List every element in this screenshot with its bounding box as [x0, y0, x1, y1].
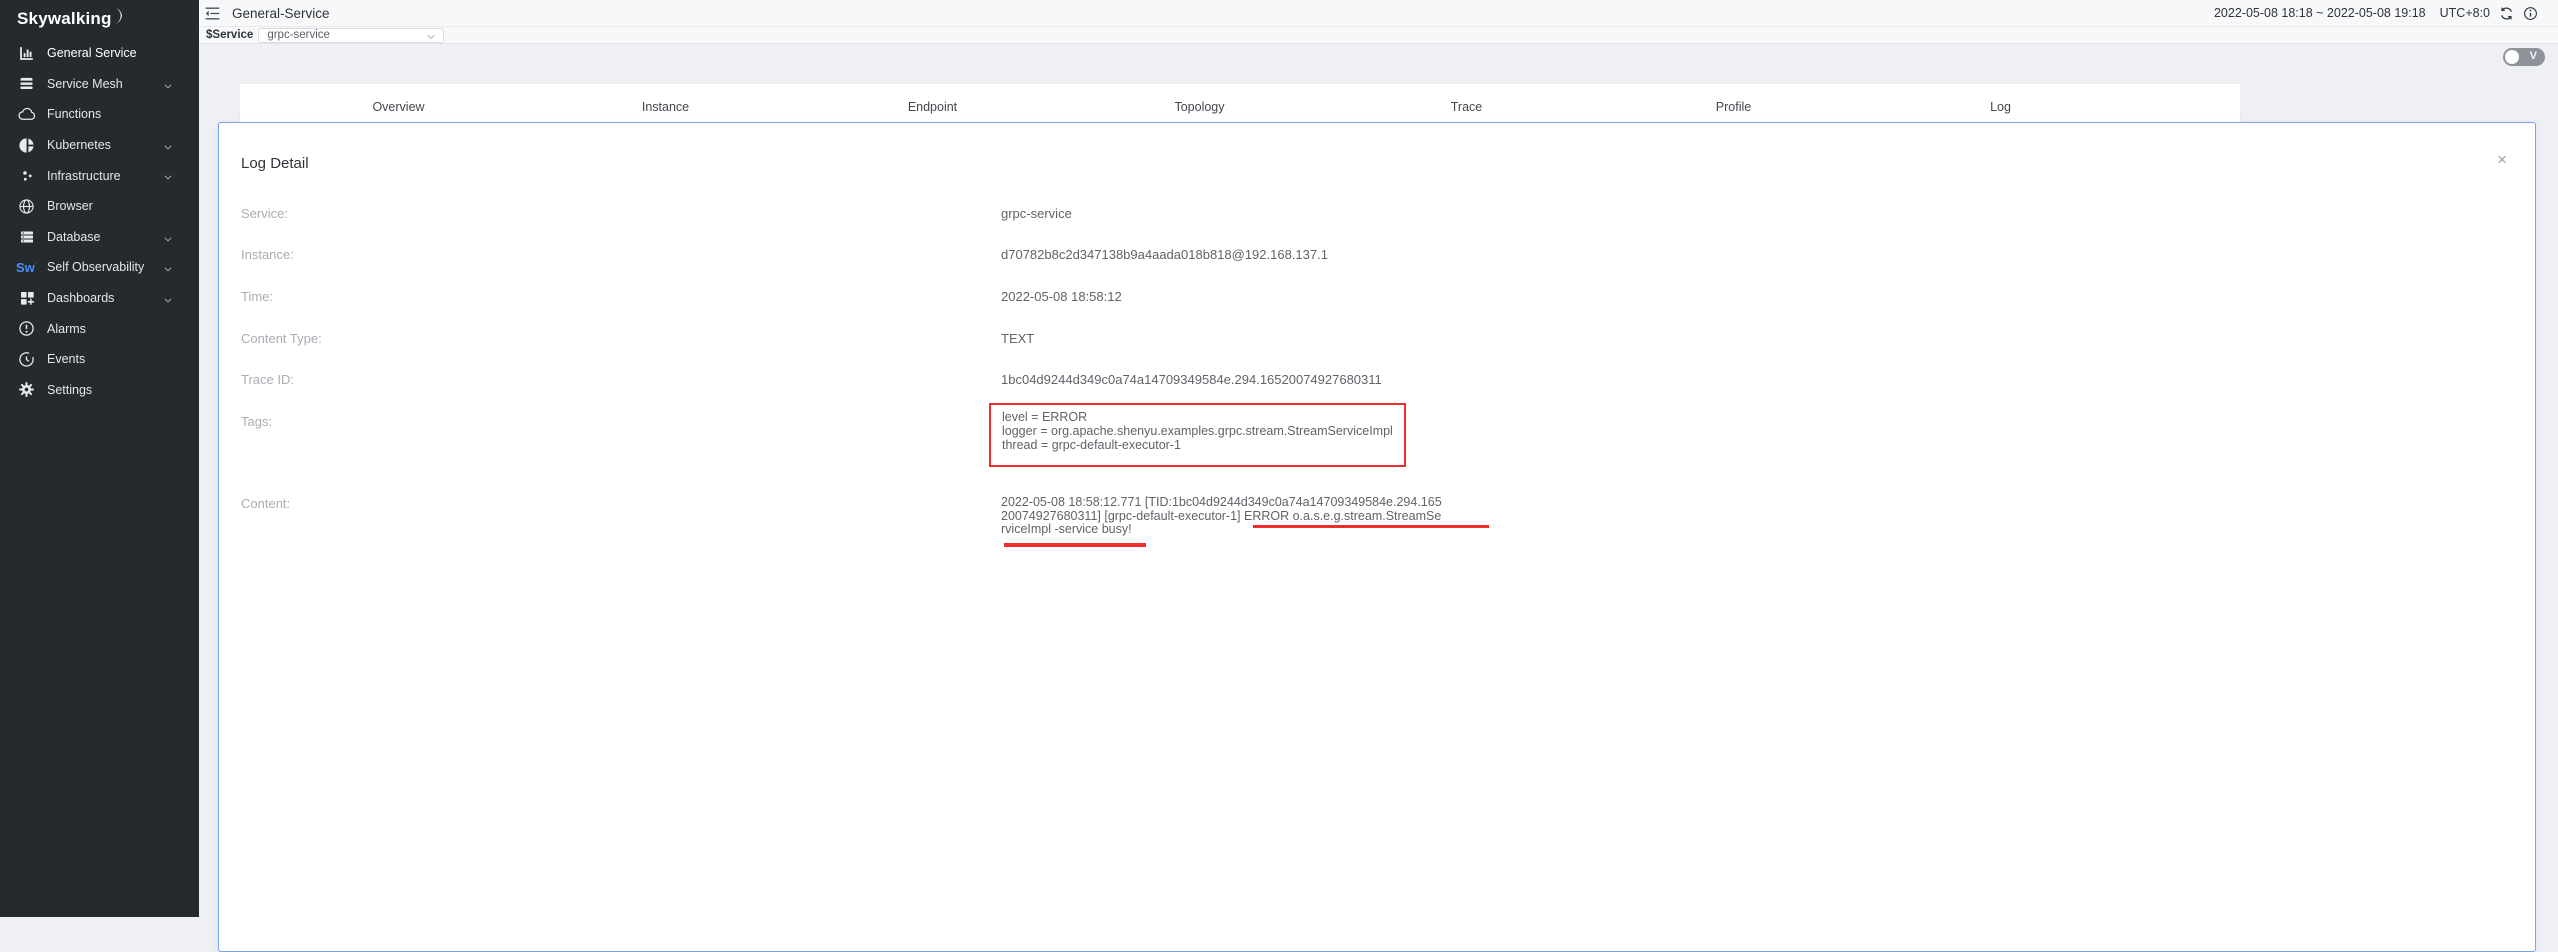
service-label: $Service	[206, 29, 253, 41]
sidebar: Skywalking General Service Service Mesh Fu…	[0, 0, 199, 917]
log-detail-title: Log Detail	[241, 155, 309, 172]
sidebar-item-label: Infrastructure	[47, 169, 121, 183]
cloud-icon	[16, 107, 37, 121]
field-label-trace-id: Trace ID:	[241, 372, 294, 387]
chevron-down-icon	[426, 32, 436, 45]
field-value-time: 2022-05-08 18:58:12	[1001, 289, 1122, 304]
toggle-knob	[2505, 50, 2519, 64]
red-underline-annotation	[1253, 525, 1489, 528]
layers-icon	[16, 75, 37, 92]
alarm-icon	[16, 320, 37, 337]
log-detail-panel: Log Detail × Service: grpc-service Instanc…	[218, 122, 2536, 952]
header-right-group: 2022-05-08 18:18 ~ 2022-05-08 19:18 UTC+…	[2214, 6, 2538, 21]
chart-icon	[16, 45, 37, 62]
field-label-content-type: Content Type:	[241, 331, 322, 346]
sidebar-item-label: General Service	[47, 46, 137, 60]
sidebar-item-self-observability[interactable]: Sw Self Observability	[0, 252, 199, 283]
sidebar-item-events[interactable]: Events	[0, 344, 199, 375]
field-value-instance: d70782b8c2d347138b9a4aada018b818@192.168…	[1001, 247, 1328, 262]
pie-icon	[16, 137, 37, 154]
chevron-down-icon	[163, 141, 173, 155]
app-logo: Skywalking	[0, 0, 199, 34]
time-range-picker[interactable]: 2022-05-08 18:18 ~ 2022-05-08 19:18	[2214, 6, 2426, 20]
content-label: Content:	[241, 496, 290, 511]
field-label-service: Service:	[241, 206, 288, 221]
chevron-down-icon	[163, 171, 173, 185]
logo-crescent-icon	[113, 7, 126, 25]
chevron-down-icon	[163, 233, 173, 247]
info-icon[interactable]	[2523, 6, 2538, 21]
sidebar-item-label: Service Mesh	[47, 77, 123, 91]
service-toolbar: $Service grpc-service	[199, 27, 2558, 44]
menu-fold-icon[interactable]	[205, 7, 220, 20]
service-select-value: grpc-service	[267, 29, 330, 41]
top-header: General-Service 2022-05-08 18:18 ~ 2022-…	[199, 0, 2558, 27]
timezone-label: UTC+8:0	[2440, 6, 2490, 20]
tags-annotation-box: level = ERRORlogger = org.apache.shenyu.…	[989, 403, 1406, 467]
sidebar-item-service-mesh[interactable]: Service Mesh	[0, 69, 199, 100]
sidebar-item-settings[interactable]: Settings	[0, 375, 199, 406]
tag-line: thread = grpc-default-executor-1	[1002, 438, 1393, 452]
field-label-time: Time:	[241, 289, 273, 304]
field-value-content-type: TEXT	[1001, 331, 1034, 346]
red-underline-annotation	[1004, 543, 1146, 547]
field-value-trace-id: 1bc04d9244d349c0a74a14709349584e.294.165…	[1001, 372, 1382, 387]
log-content-line: 20074927680311] [grpc-default-executor-1…	[1001, 510, 1442, 524]
content-area: OverviewInstanceEndpointTopologyTracePro…	[199, 44, 2558, 917]
sidebar-item-label: Settings	[47, 383, 92, 397]
sidebar-item-label: Database	[47, 230, 101, 244]
dots-icon	[16, 168, 37, 184]
sidebar-item-general-service[interactable]: General Service	[0, 38, 199, 69]
chevron-down-icon	[163, 80, 173, 94]
page-title: General-Service	[232, 6, 330, 21]
main-area: General-Service 2022-05-08 18:18 ~ 2022-…	[199, 0, 2558, 917]
sidebar-item-dashboards[interactable]: Dashboards	[0, 283, 199, 314]
sidebar-item-alarms[interactable]: Alarms	[0, 313, 199, 344]
service-select[interactable]: grpc-service	[258, 28, 444, 43]
log-content-line: 2022-05-08 18:58:12.771 [TID:1bc04d9244d…	[1001, 496, 1442, 510]
close-icon[interactable]: ×	[2497, 151, 2507, 168]
sidebar-item-label: Browser	[47, 199, 93, 213]
sidebar-item-infrastructure[interactable]: Infrastructure	[0, 160, 199, 191]
sidebar-item-label: Kubernetes	[47, 138, 111, 152]
field-value-service: grpc-service	[1001, 206, 1072, 221]
sidebar-item-database[interactable]: Database	[0, 222, 199, 253]
events-icon	[16, 351, 37, 368]
refresh-icon[interactable]	[2499, 6, 2514, 21]
sidebar-item-label: Dashboards	[47, 291, 114, 305]
field-label-instance: Instance:	[241, 247, 294, 262]
grid-icon	[16, 290, 37, 306]
sidebar-item-label: Events	[47, 352, 85, 366]
version-toggle[interactable]: V	[2503, 48, 2545, 66]
sidebar-item-label: Self Observability	[47, 260, 144, 274]
sidebar-item-functions[interactable]: Functions	[0, 99, 199, 130]
tags-label: Tags:	[241, 414, 272, 429]
sidebar-item-label: Alarms	[47, 322, 86, 336]
toggle-label: V	[2530, 50, 2537, 62]
chevron-down-icon	[163, 263, 173, 277]
sidebar-item-kubernetes[interactable]: Kubernetes	[0, 130, 199, 161]
tag-line: logger = org.apache.shenyu.examples.grpc…	[1002, 424, 1393, 438]
globe-icon	[16, 198, 37, 215]
gear-icon	[16, 381, 37, 398]
tag-line: level = ERROR	[1002, 410, 1393, 424]
sidebar-item-label: Functions	[47, 107, 101, 121]
chevron-down-icon	[163, 294, 173, 308]
sw-icon: Sw	[16, 260, 37, 275]
sidebar-item-browser[interactable]: Browser	[0, 191, 199, 222]
sidebar-menu: General Service Service Mesh Functions Kube…	[0, 38, 199, 405]
app-logo-text: Skywalking	[17, 9, 112, 29]
log-content-text: 2022-05-08 18:58:12.771 [TID:1bc04d9244d…	[1001, 496, 1442, 537]
database-icon	[16, 229, 37, 245]
